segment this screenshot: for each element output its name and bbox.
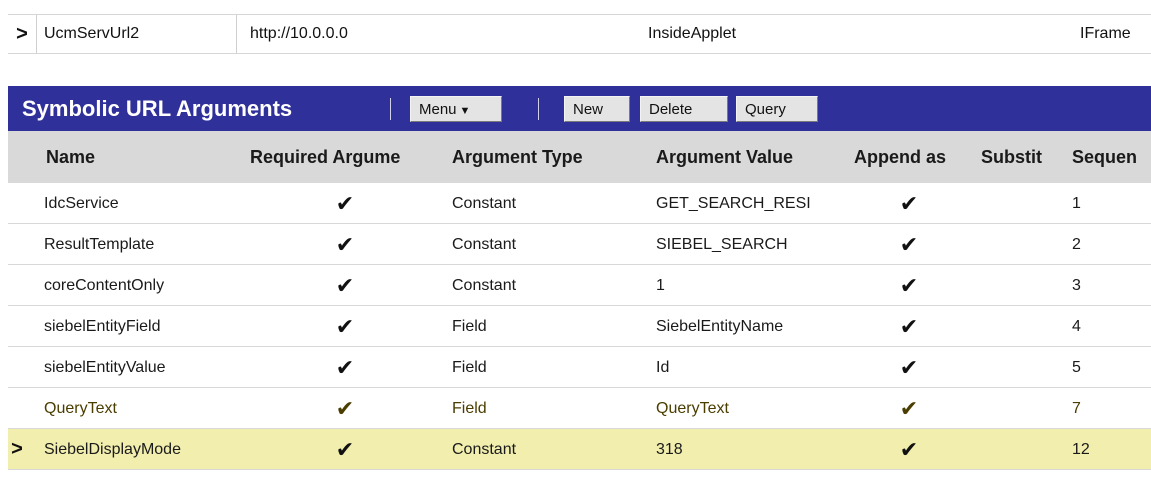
name-cell[interactable]: coreContentOnly	[44, 265, 244, 306]
name-cell[interactable]: siebelEntityField	[44, 306, 244, 347]
column-header-value[interactable]: Argument Value	[656, 131, 848, 183]
table-row-selected[interactable]: > SiebelDisplayMode ✔ Constant 318 ✔ 12	[8, 429, 1151, 470]
substitute-cell[interactable]	[981, 265, 1066, 306]
checkmark-icon[interactable]: ✔	[854, 388, 964, 429]
sequence-cell[interactable]: 5	[1072, 347, 1142, 388]
column-header-sequence[interactable]: Sequen	[1072, 131, 1151, 183]
table-row[interactable]: ResultTemplate ✔ Constant SIEBEL_SEARCH …	[8, 224, 1151, 265]
parent-type-cell[interactable]: IFrame	[1080, 15, 1131, 53]
checkmark-icon[interactable]: ✔	[250, 347, 440, 388]
menu-button[interactable]: Menu ▼	[410, 96, 502, 122]
column-divider	[36, 15, 37, 53]
name-cell[interactable]: SiebelDisplayMode	[44, 429, 244, 470]
type-cell[interactable]: Constant	[452, 183, 652, 224]
value-cell[interactable]: GET_SEARCH_RESI	[656, 183, 844, 224]
checkmark-icon[interactable]: ✔	[250, 183, 440, 224]
column-header-substitute[interactable]: Substit	[981, 131, 1066, 183]
value-cell[interactable]: SiebelEntityName	[656, 306, 844, 347]
caret-down-icon: ▼	[459, 105, 471, 117]
checkmark-icon[interactable]: ✔	[854, 306, 964, 347]
parent-record-row: > UcmServUrl2 http://10.0.0.0 InsideAppl…	[0, 0, 1151, 66]
value-cell[interactable]: 1	[656, 265, 844, 306]
value-cell[interactable]: QueryText	[656, 388, 844, 429]
type-cell[interactable]: Field	[452, 306, 652, 347]
substitute-cell[interactable]	[981, 183, 1066, 224]
table-row[interactable]: coreContentOnly ✔ Constant 1 ✔ 3	[8, 265, 1151, 306]
substitute-cell[interactable]	[981, 388, 1066, 429]
current-record-indicator: >	[16, 23, 28, 45]
name-cell[interactable]: QueryText	[44, 388, 244, 429]
substitute-cell[interactable]	[981, 429, 1066, 470]
applet-header: Symbolic URL Arguments Menu ▼ New Delete …	[8, 86, 1151, 131]
value-cell[interactable]: SIEBEL_SEARCH	[656, 224, 844, 265]
table-row[interactable]: siebelEntityValue ✔ Field Id ✔ 5	[8, 347, 1151, 388]
checkmark-icon[interactable]: ✔	[250, 265, 440, 306]
parent-name-cell[interactable]: UcmServUrl2	[44, 15, 139, 53]
sequence-cell[interactable]: 12	[1072, 429, 1142, 470]
substitute-cell[interactable]	[981, 224, 1066, 265]
type-cell[interactable]: Field	[452, 388, 652, 429]
applet-title: Symbolic URL Arguments	[22, 96, 293, 121]
value-cell[interactable]: Id	[656, 347, 844, 388]
checkmark-icon[interactable]: ✔	[854, 347, 964, 388]
checkmark-icon[interactable]: ✔	[854, 265, 964, 306]
column-divider	[236, 15, 237, 53]
type-cell[interactable]: Field	[452, 347, 652, 388]
substitute-cell[interactable]	[981, 306, 1066, 347]
type-cell[interactable]: Constant	[452, 429, 652, 470]
parent-location-cell[interactable]: InsideApplet	[648, 15, 736, 53]
type-cell[interactable]: Constant	[452, 224, 652, 265]
query-button[interactable]: Query	[736, 96, 818, 122]
checkmark-icon[interactable]: ✔	[250, 224, 440, 265]
checkmark-icon[interactable]: ✔	[854, 224, 964, 265]
checkmark-icon[interactable]: ✔	[250, 388, 440, 429]
sequence-cell[interactable]: 3	[1072, 265, 1142, 306]
parent-record[interactable]: > UcmServUrl2 http://10.0.0.0 InsideAppl…	[8, 14, 1151, 54]
sequence-cell[interactable]: 4	[1072, 306, 1142, 347]
menu-button-label: Menu	[419, 101, 457, 118]
title-separator	[390, 98, 391, 120]
parent-url-cell[interactable]: http://10.0.0.0	[250, 15, 348, 53]
new-button[interactable]: New	[564, 96, 630, 122]
value-cell[interactable]: 318	[656, 429, 844, 470]
selected-row-indicator: >	[11, 438, 23, 460]
checkmark-icon[interactable]: ✔	[250, 306, 440, 347]
substitute-cell[interactable]	[981, 347, 1066, 388]
list-header: Name Required Argume Argument Type Argum…	[8, 131, 1151, 183]
column-header-append[interactable]: Append as	[854, 131, 979, 183]
column-header-name[interactable]: Name	[46, 131, 246, 183]
name-cell[interactable]: ResultTemplate	[44, 224, 244, 265]
type-cell[interactable]: Constant	[452, 265, 652, 306]
checkmark-icon[interactable]: ✔	[854, 183, 964, 224]
checkmark-icon[interactable]: ✔	[250, 429, 440, 470]
sequence-cell[interactable]: 7	[1072, 388, 1142, 429]
sequence-cell[interactable]: 2	[1072, 224, 1142, 265]
table-row[interactable]: QueryText ✔ Field QueryText ✔ 7	[8, 388, 1151, 429]
name-cell[interactable]: siebelEntityValue	[44, 347, 244, 388]
delete-button[interactable]: Delete	[640, 96, 728, 122]
sequence-cell[interactable]: 1	[1072, 183, 1142, 224]
column-header-required[interactable]: Required Argume	[250, 131, 450, 183]
checkmark-icon[interactable]: ✔	[854, 429, 964, 470]
name-cell[interactable]: IdcService	[44, 183, 244, 224]
table-row[interactable]: siebelEntityField ✔ Field SiebelEntityNa…	[8, 306, 1151, 347]
toolbar-separator	[538, 98, 539, 120]
table-row[interactable]: IdcService ✔ Constant GET_SEARCH_RESI ✔ …	[8, 183, 1151, 224]
column-header-type[interactable]: Argument Type	[452, 131, 652, 183]
